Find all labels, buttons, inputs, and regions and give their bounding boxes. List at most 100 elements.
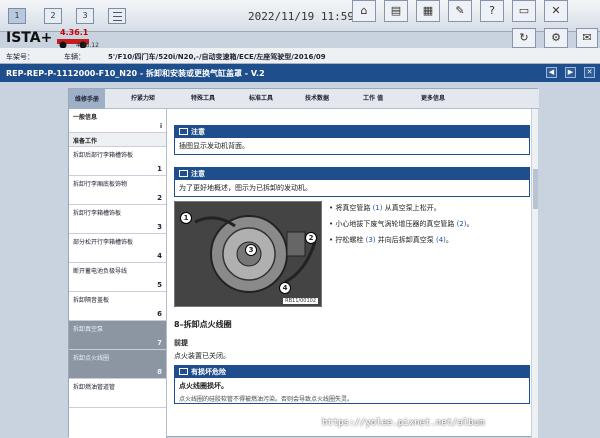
callout-1: 1 xyxy=(180,212,192,224)
help-icon[interactable]: ? xyxy=(480,0,504,22)
top-toolbar: 1 2 3 2022/11/19 11:59:25 ⌂ ▤ ▦ ✎ ? ▭ ✕ xyxy=(0,0,600,32)
list-item[interactable]: 拆卸隔音盖板 6 xyxy=(69,292,166,321)
scrollbar-thumb[interactable] xyxy=(533,169,538,209)
tab-special-tools[interactable]: 特殊工具 xyxy=(191,93,215,102)
danger-text: 点火线圈损坏。 xyxy=(179,382,228,390)
note-icon xyxy=(179,170,188,177)
engine-illustration: 1 2 3 4 RB11/00102 xyxy=(174,201,322,307)
vehicle-info: 5'/F10/四门车/520i/N20,-/自动变速箱/ECE/左座驾驶型/20… xyxy=(108,53,326,61)
session-tab-3[interactable]: 3 xyxy=(76,8,94,24)
document-title-bar: REP-REP-P-1112000-F10_N20 - 拆卸和安装或更换气缸盖罩… xyxy=(0,64,600,82)
list-item-label: 拆卸燃油管道管 xyxy=(73,384,116,391)
version-small: 4.36.12 xyxy=(76,42,99,49)
ref-link[interactable]: (2) xyxy=(457,220,467,228)
list-item-num: 2 xyxy=(157,194,162,202)
next-icon[interactable]: ▶ xyxy=(565,67,576,78)
danger-box: 有损坏危险 点火线圈损坏。 点火线圈的硅胶软管不得被燃油污染。否则会导致点火线圈… xyxy=(174,365,530,404)
tab-standard-tools[interactable]: 标准工具 xyxy=(249,93,273,102)
list-item-label: 拆卸隔音盖板 xyxy=(73,297,110,304)
tab-work-values[interactable]: 工作 值 xyxy=(363,93,383,102)
list-item-num: 4 xyxy=(157,252,162,260)
list-section-label: 准备工作 xyxy=(73,138,98,145)
figure-label: RB11/00102 xyxy=(283,298,318,304)
list-item-label: 拆卸行李箱槽饰板 xyxy=(73,210,122,217)
list-item-num: 3 xyxy=(157,223,162,231)
step-item: • 拧松螺栓 (3) 并向后拆卸真空泵 (4)。 xyxy=(329,236,453,244)
tab-technical-data[interactable]: 技术数据 xyxy=(305,93,329,102)
warning-icon xyxy=(179,368,188,375)
callout-3: 3 xyxy=(245,244,257,256)
document-content: 注意 插图显示发动机背面。 注意 为了更好地概述，图示为已拆卸的发动机。 1 2… xyxy=(169,109,531,438)
minimize-icon[interactable]: ▭ xyxy=(512,0,536,22)
list-item-num: 6 xyxy=(157,310,162,318)
list-item-label: 拆卸行李厢底板饰物 xyxy=(73,181,128,188)
danger-detail: 点火线圈的硅胶软管不得被燃油污染。否则会导致点火线圈失灵。 xyxy=(179,396,354,403)
note-text: 插图显示发动机背面。 xyxy=(175,138,529,154)
note-box: 注意 插图显示发动机背面。 xyxy=(174,125,530,155)
vehicle-label: 车辆： xyxy=(64,53,85,61)
note-text: 为了更好地概述，图示为已拆卸的发动机。 xyxy=(175,180,529,196)
list-item-label: 拆卸真空泵 xyxy=(73,326,104,333)
book-icon[interactable]: ▤ xyxy=(384,0,408,22)
settings-icon[interactable]: ⚙ xyxy=(544,28,568,48)
dictionary-icon[interactable]: ▦ xyxy=(416,0,440,22)
list-item-num: 7 xyxy=(157,339,162,347)
prev-icon[interactable]: ◀ xyxy=(546,67,557,78)
prerequisite-text: 点火装置已关闭。 xyxy=(174,352,230,360)
document-title: REP-REP-P-1112000-F10_N20 - 拆卸和安装或更换气缸盖罩… xyxy=(6,69,265,78)
list-item[interactable]: 部分松开行李箱槽饰板 4 xyxy=(69,234,166,263)
section-title: 8–拆卸点火线圈 xyxy=(174,320,232,329)
watermark: https://yolee.pixnet.net/album xyxy=(322,418,485,428)
close-icon[interactable]: ✕ xyxy=(544,0,568,22)
list-item-num: 1 xyxy=(157,165,162,173)
list-header-label: 一般信息 xyxy=(73,114,98,121)
list-item[interactable]: 拆卸后部行李箱槽饰板 1 xyxy=(69,147,166,176)
mail-icon[interactable]: ✉ xyxy=(576,28,598,48)
session-tab-2[interactable]: 2 xyxy=(44,8,62,24)
callout-4: 4 xyxy=(279,282,291,294)
document-frame: 维修手册 拧紧力矩 特殊工具 标准工具 技术数据 工作 值 更多信息 一般信息 … xyxy=(68,88,539,438)
ref-link[interactable]: (4) xyxy=(436,236,446,244)
document-tabs: 维修手册 拧紧力矩 特殊工具 标准工具 技术数据 工作 值 更多信息 xyxy=(69,89,539,109)
list-item-label: 拆卸点火线圈 xyxy=(73,355,110,362)
list-item-num: 8 xyxy=(157,368,162,376)
content-scrollbar[interactable] xyxy=(531,109,538,438)
list-item[interactable]: 断开蓄电池负极导线 5 xyxy=(69,263,166,292)
list-item-label: 拆卸后部行李箱槽饰板 xyxy=(73,152,134,159)
note-box: 注意 为了更好地概述，图示为已拆卸的发动机。 xyxy=(174,167,530,197)
list-item-label: 断开蓄电池负极导线 xyxy=(73,268,128,275)
ref-link[interactable]: (3) xyxy=(366,236,376,244)
wrench-icon[interactable]: ✎ xyxy=(448,0,472,22)
note-icon xyxy=(179,128,188,135)
list-item[interactable]: 拆卸行李箱槽饰板 3 xyxy=(69,205,166,234)
note-heading: 注意 xyxy=(191,170,205,178)
ref-link[interactable]: (1) xyxy=(373,204,383,212)
session-tab-1[interactable]: 1 xyxy=(8,8,26,24)
refresh-icon[interactable]: ↻ xyxy=(512,28,536,48)
vin-label: 车架号： xyxy=(6,53,34,61)
note-heading: 注意 xyxy=(191,128,205,136)
danger-heading: 有损坏危险 xyxy=(191,368,226,376)
tab-repair-manual[interactable]: 维修手册 xyxy=(69,89,106,109)
list-header-num: i xyxy=(159,123,162,130)
tab-torque[interactable]: 拧紧力矩 xyxy=(131,93,155,102)
list-item[interactable]: 拆卸燃油管道管 xyxy=(69,379,166,408)
step-list: 一般信息 i 准备工作 拆卸后部行李箱槽饰板 1 拆卸行李厢底板饰物 2 拆卸行李箱… xyxy=(69,109,167,438)
list-item-num: 5 xyxy=(157,281,162,289)
instruction-steps: • 将真空管路 (1) 从真空泵上松开。 • 小心地拔下废气涡轮增压器的真空管路… xyxy=(329,203,527,251)
list-section: 准备工作 xyxy=(69,133,166,147)
list-item-selected[interactable]: 拆卸点火线圈 8 xyxy=(69,350,166,379)
step-item: • 将真空管路 (1) 从真空泵上松开。 xyxy=(329,204,441,212)
callout-2: 2 xyxy=(305,232,317,244)
list-item-label: 部分松开行李箱槽饰板 xyxy=(73,239,134,246)
close-doc-icon[interactable]: ✕ xyxy=(584,67,595,78)
prerequisite-heading: 前提 xyxy=(174,339,188,347)
step-item: • 小心地拔下废气涡轮增压器的真空管路 (2)。 xyxy=(329,220,474,228)
list-header[interactable]: 一般信息 i xyxy=(69,109,166,133)
app-logo: ISTA+ xyxy=(6,30,53,46)
list-icon[interactable] xyxy=(108,8,126,24)
tab-more-info[interactable]: 更多信息 xyxy=(421,93,445,102)
home-icon[interactable]: ⌂ xyxy=(352,0,376,22)
list-item-selected[interactable]: 拆卸真空泵 7 xyxy=(69,321,166,350)
list-item[interactable]: 拆卸行李厢底板饰物 2 xyxy=(69,176,166,205)
